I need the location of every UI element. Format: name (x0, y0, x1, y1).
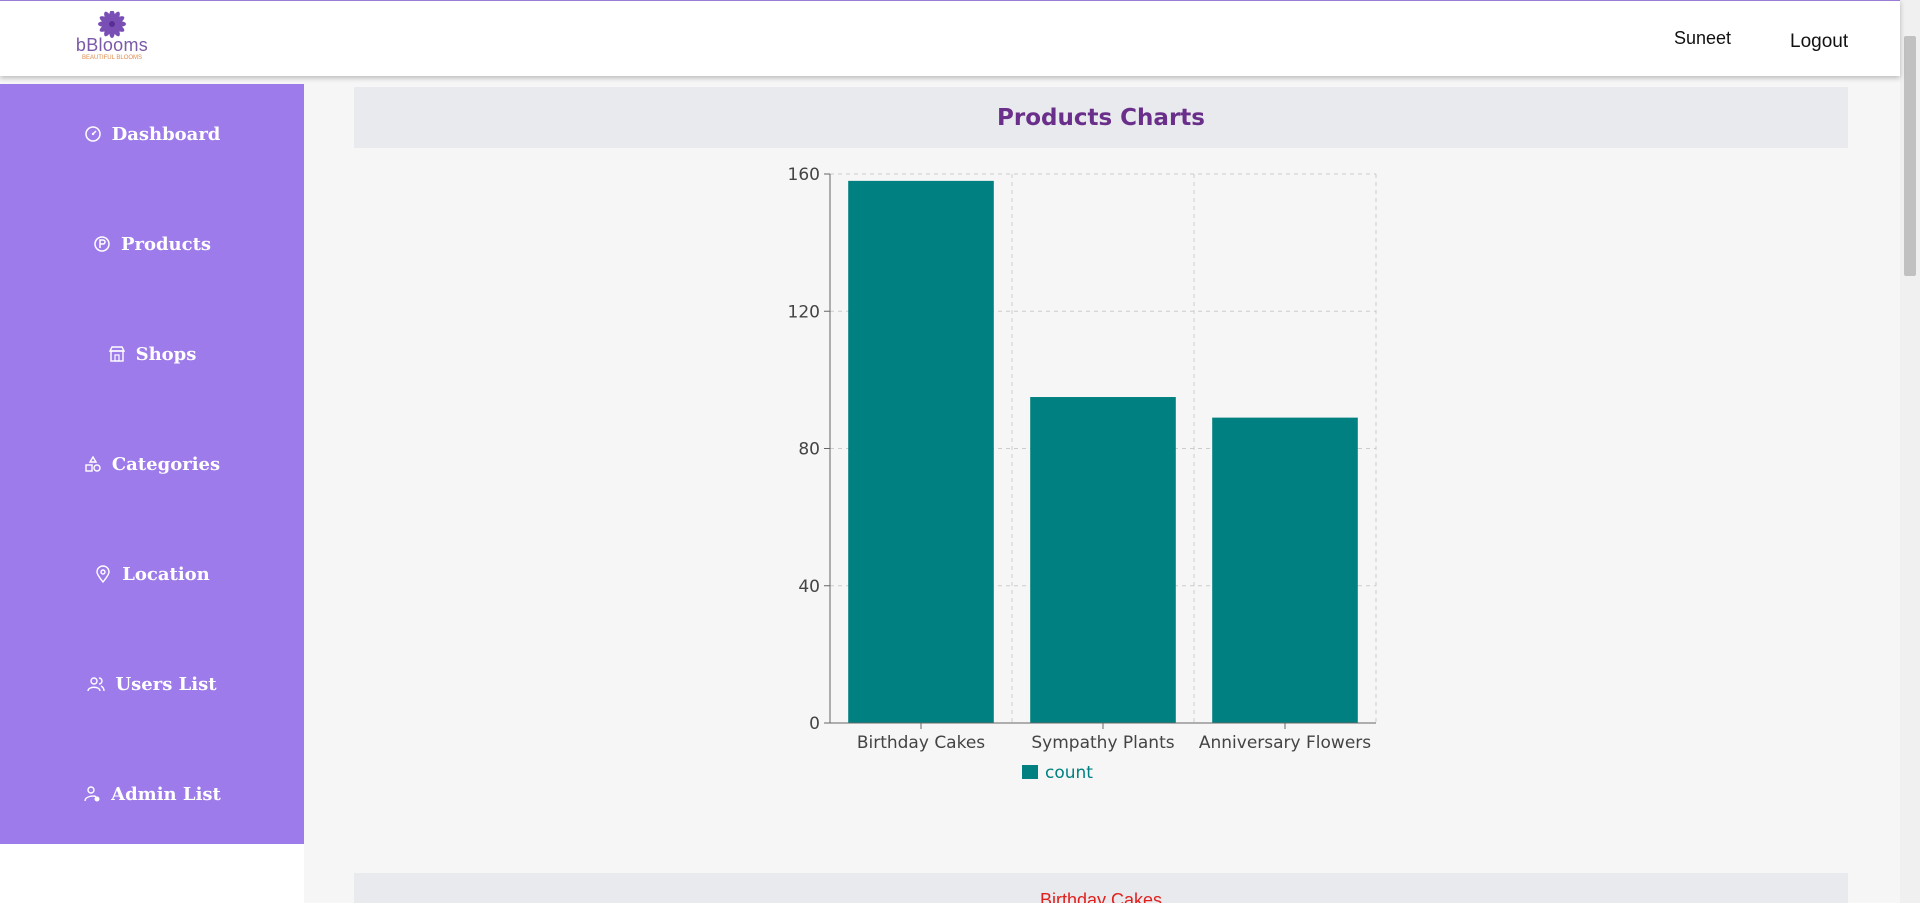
sidebar-item-categories[interactable]: Categories (0, 444, 304, 484)
bar-sympathy-plants (1030, 397, 1176, 723)
chart-section-title: Products Charts (997, 104, 1205, 131)
sidebar-footer-space (0, 844, 304, 903)
y-tick-label: 40 (798, 577, 820, 597)
shop-storefront-icon (108, 346, 125, 362)
users-icon (87, 677, 106, 692)
sidebar-item-admin-list[interactable]: Admin List (0, 774, 304, 814)
next-section-title: Birthday Cakes (1039, 890, 1163, 903)
bar-anniversary-flowers (1212, 417, 1358, 723)
logout-link[interactable]: Logout (1790, 31, 1848, 53)
dashboard-gauge-icon (84, 126, 101, 142)
y-tick-label: 0 (809, 714, 820, 734)
sidebar-item-label: Products (120, 233, 212, 255)
sidebar-item-dashboard[interactable]: Dashboard (0, 114, 304, 154)
sidebar: Dashboard Products Shops Categories Loca… (0, 84, 304, 844)
logo-tagline: BEAUTIFUL BLOOMS (81, 55, 143, 61)
legend-swatch (1022, 765, 1038, 779)
sidebar-item-label: Location (122, 563, 210, 585)
sidebar-item-products[interactable]: Products (0, 224, 304, 264)
x-tick-label: Anniversary Flowers (1199, 733, 1371, 753)
admin-user-icon (84, 786, 100, 802)
y-tick-label: 120 (788, 302, 820, 322)
products-bar-chart: 0 40 80 120 160 Birthday Cakes Sympathy Plants… (788, 165, 1377, 783)
page-scrollbar[interactable] (1900, 0, 1920, 903)
y-tick-label: 160 (788, 165, 820, 185)
location-pin-icon (96, 565, 110, 583)
sidebar-item-location[interactable]: Location (0, 554, 304, 594)
chart-section-header: Products Charts (354, 87, 1848, 148)
sidebar-item-shops[interactable]: Shops (0, 334, 304, 374)
app-logo[interactable]: bBlooms BEAUTIFUL BLOOMS (62, 10, 162, 65)
top-navbar: bBlooms BEAUTIFUL BLOOMS Suneet Logout (0, 0, 1900, 76)
shapes-icon (85, 455, 101, 472)
y-tick-label: 80 (798, 440, 820, 460)
logo-text: bBlooms (75, 35, 149, 55)
next-section-header: Birthday Cakes (354, 873, 1848, 903)
x-tick-label: Birthday Cakes (857, 733, 985, 753)
sidebar-item-label: Users List (115, 673, 217, 695)
sidebar-item-label: Shops (135, 343, 197, 365)
legend-label: count (1045, 763, 1093, 783)
sidebar-item-label: Dashboard (111, 123, 221, 145)
scrollbar-thumb[interactable] (1904, 36, 1916, 276)
sidebar-item-label: Categories (111, 453, 221, 475)
bar-birthday-cakes (848, 180, 994, 724)
user-name: Suneet (1674, 28, 1732, 48)
sidebar-item-users-list[interactable]: Users List (0, 664, 304, 704)
sidebar-item-label: Admin List (111, 783, 221, 805)
product-p-icon (94, 236, 110, 252)
x-tick-label: Sympathy Plants (1031, 733, 1174, 753)
